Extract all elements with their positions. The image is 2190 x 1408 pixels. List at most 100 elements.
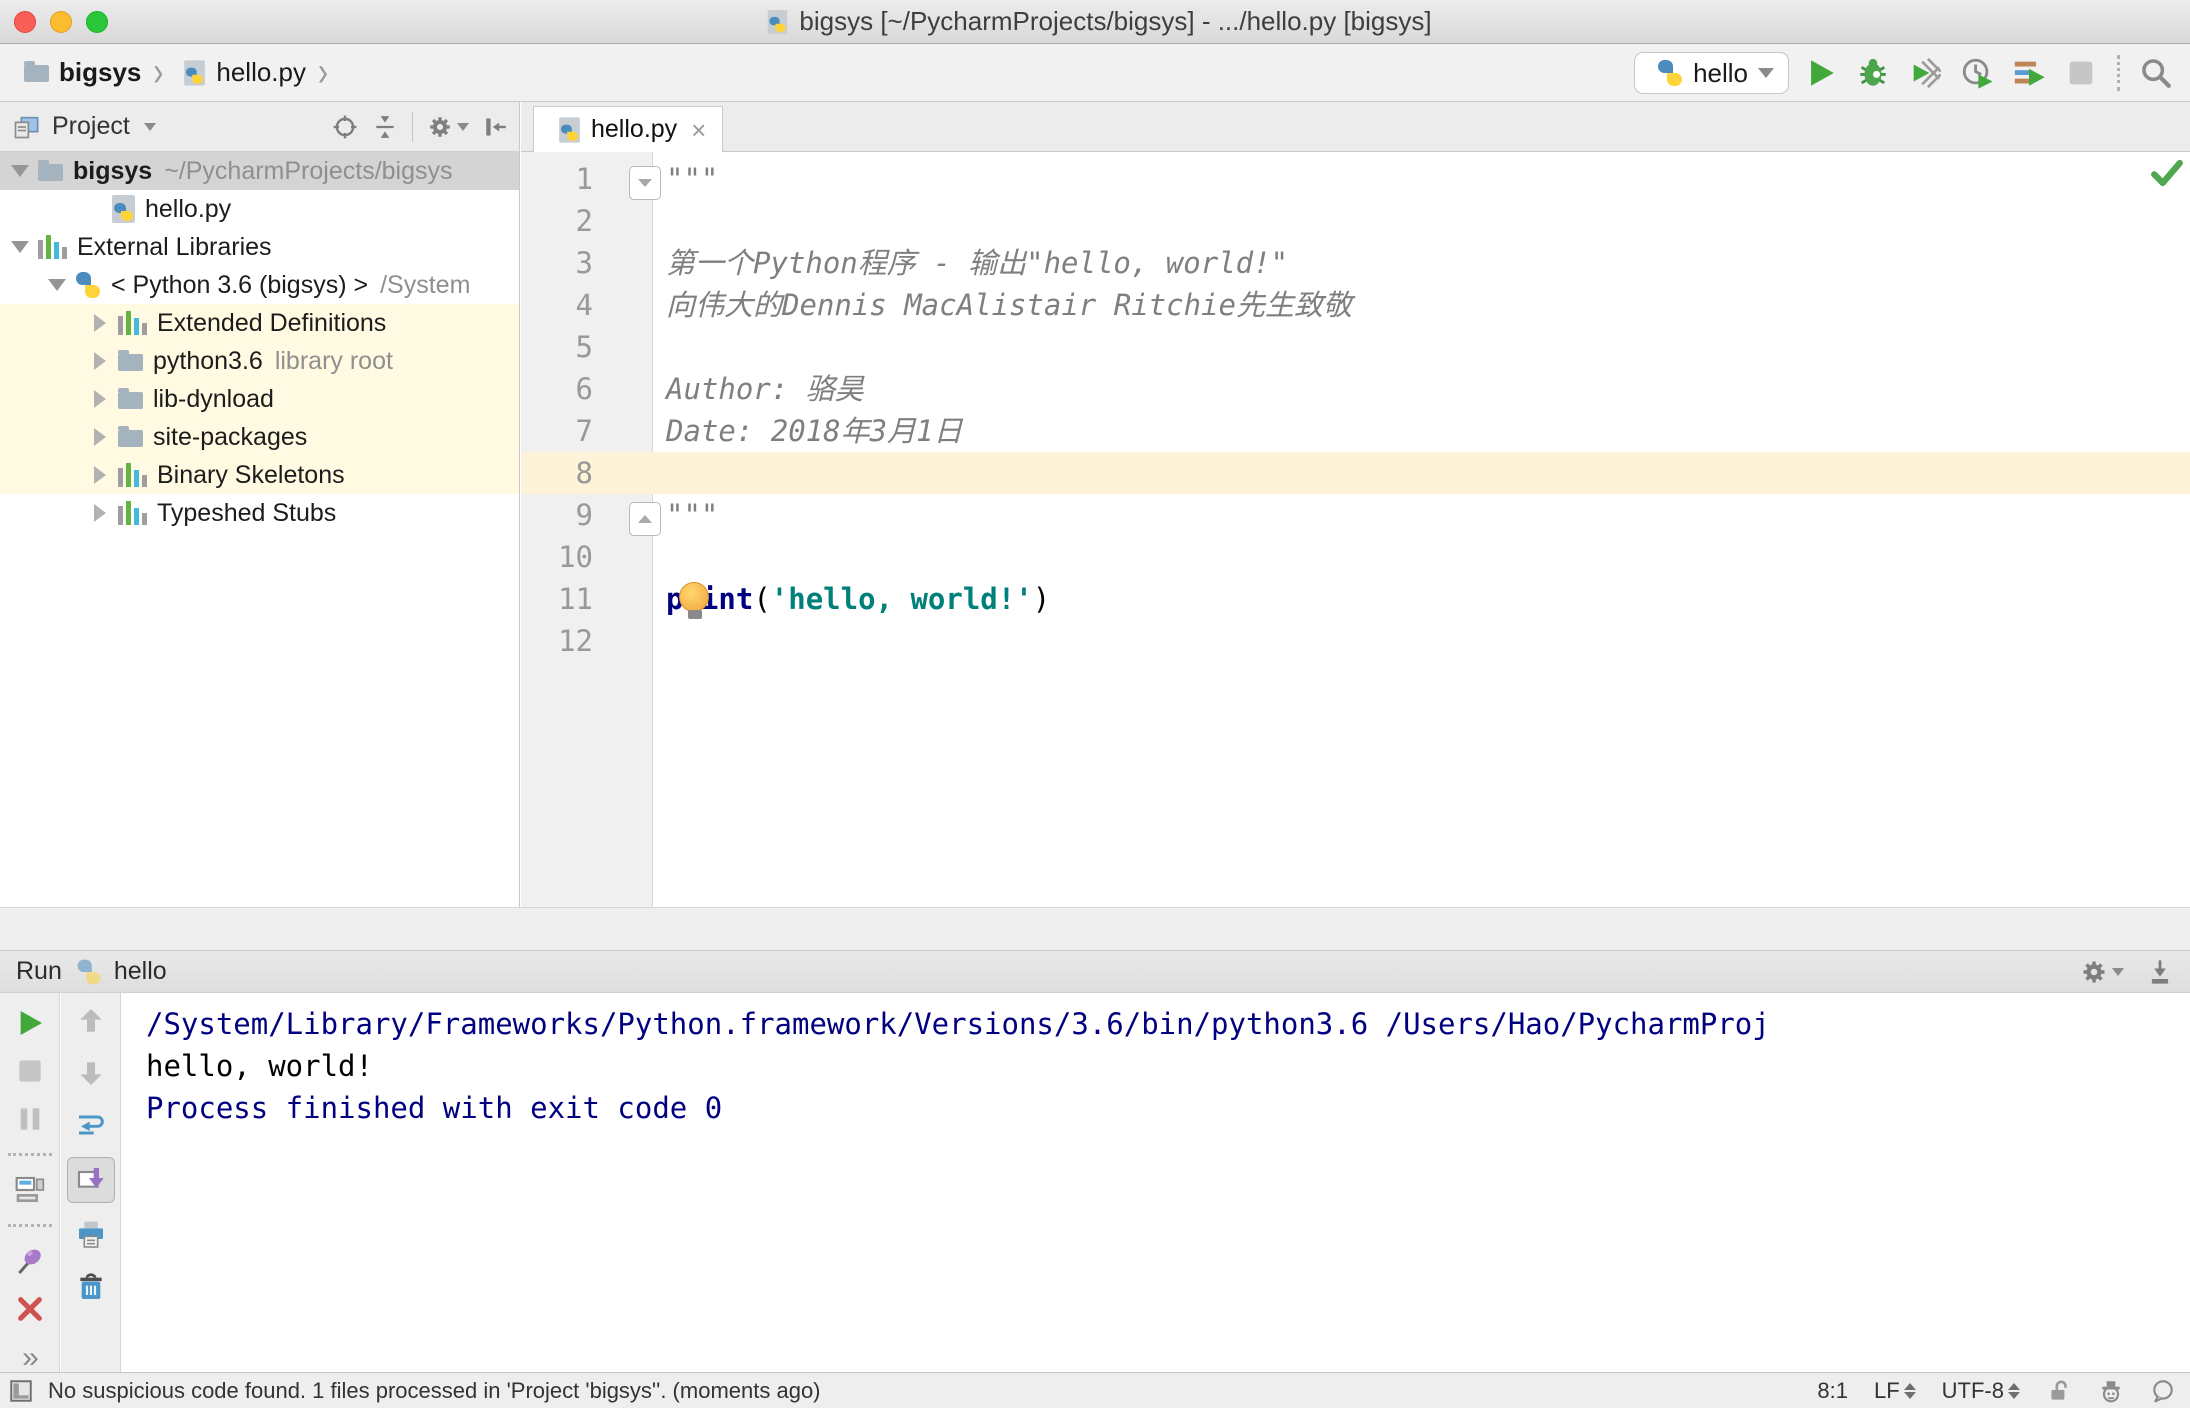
project-panel-title[interactable]: Project — [52, 112, 130, 141]
debug-button[interactable] — [1853, 53, 1893, 93]
chevron-expanded-icon[interactable] — [10, 241, 30, 253]
chevron-collapsed-icon[interactable] — [90, 428, 110, 446]
tree-item-label: lib-dynload — [153, 384, 274, 413]
run-tab-label[interactable]: Run — [16, 957, 62, 986]
chevron-expanded-icon[interactable] — [10, 165, 30, 177]
tree-item-site-packages[interactable]: site-packages — [0, 418, 519, 456]
chevron-collapsed-icon[interactable] — [90, 390, 110, 408]
fold-region-end-icon[interactable] — [629, 502, 661, 536]
console-line: /System/Library/Frameworks/Python.framew… — [146, 1007, 1770, 1041]
toolbar-run-controls: hello — [1634, 44, 2176, 102]
locate-file-icon[interactable] — [332, 114, 358, 140]
chevron-collapsed-icon[interactable] — [90, 466, 110, 484]
trash-icon — [79, 1273, 102, 1299]
python-file-icon — [112, 195, 135, 223]
zoom-window-button[interactable] — [86, 11, 108, 33]
chevron-collapsed-icon[interactable] — [90, 504, 110, 522]
minimize-window-button[interactable] — [50, 11, 72, 33]
scroll-to-end-button-selected[interactable] — [66, 1157, 115, 1203]
run-button[interactable] — [1801, 53, 1841, 93]
tree-item-annotation: library root — [274, 346, 393, 375]
concurrency-diagram-button[interactable] — [2009, 53, 2049, 93]
show-console-button[interactable] — [8, 1174, 52, 1206]
breadcrumb-project[interactable]: bigsys — [59, 57, 141, 88]
line-numbers: 1 2 3 4 5 6 7 8 9 10 11 12 — [558, 162, 593, 658]
tree-item-external-libraries[interactable]: External Libraries — [0, 228, 519, 266]
tree-item-python-interpreter[interactable]: < Python 3.6 (bigsys) > /System — [0, 266, 519, 304]
pin-icon — [17, 1249, 41, 1274]
code-text: """ 第一个Python程序 - 输出"hello, world!" 向伟大的… — [666, 158, 2190, 662]
tree-item-label: Typeshed Stubs — [157, 498, 337, 527]
library-icon — [118, 463, 147, 487]
library-icon — [38, 235, 67, 259]
event-log-bubble-icon[interactable] — [2150, 1378, 2176, 1404]
horizontal-splitter[interactable] — [0, 907, 2190, 950]
python-file-icon — [768, 9, 788, 34]
editor-tab-bar: hello.py × — [521, 102, 2190, 152]
line-separator-widget[interactable]: LF — [1874, 1378, 1916, 1404]
breadcrumb: bigsys › hello.py › — [0, 49, 330, 95]
chevron-expanded-icon[interactable] — [47, 279, 67, 291]
chevron-down-icon[interactable] — [143, 122, 156, 131]
window-title-text: bigsys [~/PycharmProjects/bigsys] - .../… — [799, 6, 1432, 36]
window-title: bigsys [~/PycharmProjects/bigsys] - .../… — [758, 6, 1432, 37]
code-line-print: print('hello, world!') — [666, 582, 1051, 616]
arrow-down-icon — [79, 1062, 102, 1085]
concurrency-icon — [2014, 61, 2045, 86]
python-file-icon — [559, 116, 580, 143]
more-actions-button[interactable]: » — [8, 1341, 52, 1375]
pin-tab-button[interactable] — [8, 1245, 52, 1277]
inspection-profile-icon[interactable] — [2098, 1378, 2124, 1404]
bug-icon — [1860, 58, 1886, 86]
clear-all-button[interactable] — [69, 1267, 113, 1307]
run-with-coverage-button[interactable] — [1905, 53, 1945, 93]
tree-item-typeshed-stubs[interactable]: Typeshed Stubs — [0, 494, 519, 532]
close-tab-icon[interactable]: × — [691, 117, 706, 143]
stop-button-disabled — [8, 1055, 52, 1087]
intention-bulb-icon[interactable] — [679, 582, 711, 622]
rerun-button[interactable] — [8, 1007, 52, 1039]
code-editor[interactable]: 1 2 3 4 5 6 7 8 9 10 11 12 """ 第一个Python… — [521, 152, 2190, 907]
status-bar: No suspicious code found. 1 files proces… — [0, 1372, 2190, 1408]
python-file-icon — [184, 59, 206, 86]
search-everywhere-button[interactable] — [2136, 53, 2176, 93]
scroll-to-end-icon — [77, 1168, 104, 1188]
lock-open-icon[interactable] — [2046, 1378, 2072, 1404]
tree-item-python36[interactable]: python3.6 library root — [0, 342, 519, 380]
soft-wrap-button[interactable] — [69, 1105, 113, 1145]
toolwindow-toggle-icon[interactable] — [8, 1378, 34, 1404]
dock-panel-icon[interactable] — [2146, 958, 2174, 986]
close-panel-button[interactable] — [8, 1293, 52, 1325]
run-config-name: hello — [113, 957, 167, 985]
tab-hello-py[interactable]: hello.py × — [533, 106, 724, 152]
tree-item-extended-definitions[interactable]: Extended Definitions — [0, 304, 519, 342]
close-window-button[interactable] — [14, 11, 36, 33]
breadcrumb-file[interactable]: hello.py — [216, 57, 306, 88]
run-console-output[interactable]: /System/Library/Frameworks/Python.framew… — [122, 993, 2190, 1372]
arrow-up-icon — [79, 1009, 102, 1032]
caret-position-widget[interactable]: 8:1 — [1817, 1378, 1848, 1404]
encoding-widget[interactable]: UTF-8 — [1942, 1378, 2020, 1404]
chevron-collapsed-icon[interactable] — [90, 352, 110, 370]
inspection-ok-icon[interactable] — [2150, 156, 2184, 190]
soft-wrap-icon — [78, 1115, 104, 1135]
hide-panel-icon[interactable] — [483, 114, 509, 140]
chevron-collapsed-icon[interactable] — [90, 314, 110, 332]
prev-occurrence-button-disabled — [69, 1001, 113, 1041]
tree-item-hello-py[interactable]: hello.py — [0, 190, 519, 228]
updown-icon — [1903, 1382, 1916, 1399]
tree-item-bigsys[interactable]: bigsys ~/PycharmProjects/bigsys — [0, 152, 519, 190]
run-settings-button[interactable] — [2080, 958, 2124, 986]
tree-item-lib-dynload[interactable]: lib-dynload — [0, 380, 519, 418]
run-configuration-select[interactable]: hello — [1634, 52, 1789, 94]
print-button[interactable] — [69, 1215, 113, 1255]
profiler-button[interactable] — [1957, 53, 1997, 93]
tree-item-binary-skeletons[interactable]: Binary Skeletons — [0, 456, 519, 494]
tree-item-label: < Python 3.6 (bigsys) > — [111, 270, 369, 299]
traffic-lights — [14, 11, 108, 33]
chevron-down-icon — [457, 122, 469, 131]
fold-region-start-icon[interactable] — [629, 166, 661, 200]
project-settings-button[interactable] — [427, 114, 469, 140]
collapse-all-icon[interactable] — [372, 114, 398, 140]
separator — [412, 111, 413, 142]
